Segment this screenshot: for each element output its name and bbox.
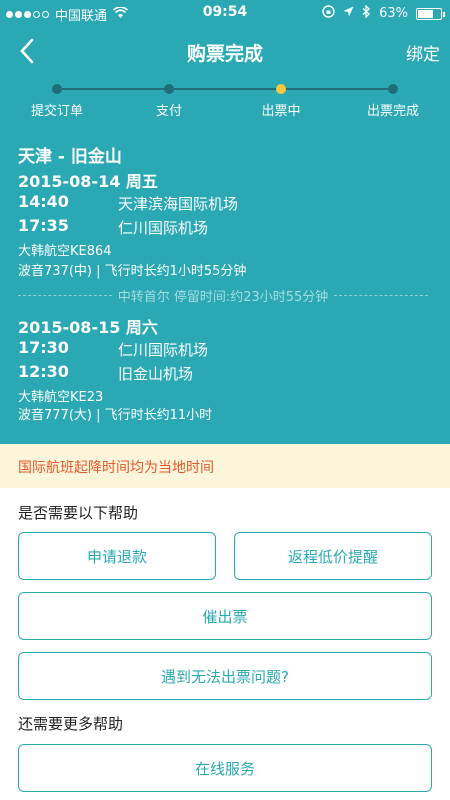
leg1-aircraft: 波音737(中) | 飞行时长约1小时55分钟 [18,264,247,279]
return-price-alert-button[interactable]: 返程低价提醒 [234,532,432,580]
leg2-arr-time: 12:30 [18,362,69,381]
status-bar: 中国联通 09:54 63% [0,0,450,26]
leg1-dep-time: 14:40 [18,192,69,211]
bluetooth-icon [362,4,371,22]
more-help-title: 还需要更多帮助 [18,715,124,733]
leg1-date: 2015-08-14 周五 [18,172,158,191]
leg1-arr-airport: 仁川国际机场 [118,219,209,237]
step-label-done: 出票完成 [366,104,420,119]
rotation-lock-icon [322,5,335,22]
urge-ticket-button[interactable]: 催出票 [18,592,432,640]
leg1-airline: 大韩航空KE864 [18,244,112,259]
progress-line [62,88,388,90]
battery-icon [416,7,445,20]
bind-button[interactable]: 绑定 [406,40,440,65]
help-title: 是否需要以下帮助 [18,504,139,522]
page-title: 购票完成 [186,43,263,65]
trip-route: 天津 - 旧金山 [18,147,122,167]
step-label-issuing: 出票中 [261,104,301,119]
status-right: 63% [322,4,445,22]
leg2-aircraft: 波音777(大) | 飞行时长约11小时 [18,408,213,423]
step-dot-pay [164,84,174,94]
leg1-dep-airport: 天津滨海国际机场 [118,195,239,213]
ticket-issue-button[interactable]: 遇到无法出票问题? [18,652,432,700]
leg2-airline: 大韩航空KE23 [18,390,104,405]
step-label-pay: 支付 [155,104,183,119]
step-dot-issuing [276,84,286,94]
leg2-dep-airport: 仁川国际机场 [118,341,209,359]
step-label-submit: 提交订单 [30,104,84,119]
transfer-info: 中转首尔 停留时间:约23小时55分钟 [18,286,429,305]
step-dot-done [388,84,398,94]
local-time-notice: 国际航班起降时间均为当地时间 [0,444,450,488]
online-service-button[interactable]: 在线服务 [18,744,432,792]
location-icon [343,6,354,21]
transfer-text: 中转首尔 停留时间:约23小时55分钟 [117,290,329,305]
order-progress: 提交订单 支付 出票中 出票完成 [0,76,450,128]
nav-bar: 购票完成 绑定 [0,26,450,76]
leg2-date: 2015-08-15 周六 [18,318,158,337]
leg2-arr-airport: 旧金山机场 [118,365,194,383]
refund-button[interactable]: 申请退款 [18,532,216,580]
leg1-arr-time: 17:35 [18,216,69,235]
flight-info: 天津 - 旧金山 2015-08-14 周五 14:40 天津滨海国际机场 17… [0,128,450,444]
leg2-dep-time: 17:30 [18,338,69,357]
battery-percent: 63% [379,6,408,21]
step-dot-submit [52,84,62,94]
